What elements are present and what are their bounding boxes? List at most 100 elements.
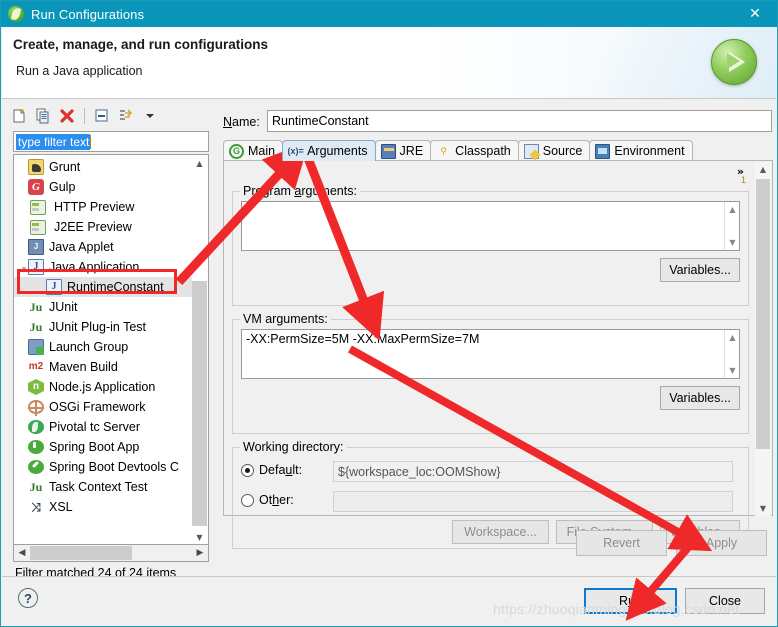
scroll-right-icon[interactable]: ▶ <box>192 545 208 560</box>
name-input[interactable]: RuntimeConstant <box>267 110 772 132</box>
tab-classpath[interactable]: ⚲ Classpath <box>430 140 519 161</box>
program-arguments-textarea[interactable]: ▲ ▼ <box>241 201 740 251</box>
tree-item-maven-build[interactable]: m2 Maven Build <box>14 357 194 377</box>
tab-jre[interactable]: JRE <box>374 140 432 161</box>
new-configuration-icon[interactable] <box>8 105 30 127</box>
tab-main-label: Main <box>248 144 276 158</box>
osgi-icon <box>28 400 44 416</box>
radio-default-indicator <box>241 463 254 477</box>
tree-item-j2ee-preview[interactable]: J2EE Preview <box>14 217 194 237</box>
classpath-tab-icon: ⚲ <box>440 145 447 156</box>
window-close-icon[interactable]: ✕ <box>733 1 777 27</box>
play-icon <box>711 39 757 85</box>
scroll-down-icon[interactable]: ▼ <box>725 235 740 250</box>
scroll-up-icon[interactable]: ▲ <box>725 330 740 345</box>
working-dir-other-radio[interactable]: Other: <box>241 493 294 507</box>
help-icon[interactable]: ? <box>18 588 38 608</box>
tree-toolbar <box>8 104 215 128</box>
duplicate-configuration-icon[interactable] <box>32 105 54 127</box>
vm-arguments-variables-button[interactable]: Variables... <box>660 386 740 410</box>
tree-item-label: HTTP Preview <box>54 200 135 214</box>
tree-item-label: Maven Build <box>49 360 118 374</box>
tree-item-junit-plug-in-test[interactable]: Ju JUnit Plug-in Test <box>14 317 194 337</box>
apply-button[interactable]: Apply <box>676 530 767 556</box>
tab-arguments[interactable]: (x)= Arguments <box>282 140 376 161</box>
tree-hscroll-thumb[interactable] <box>30 546 132 560</box>
sbootd-icon <box>28 460 44 474</box>
vm-arguments-group: VM arguments: -XX:PermSize=5M -XX:MaxPer… <box>232 312 749 434</box>
configurations-tree[interactable]: Grunt G Gulp HTTP Preview J2EE Preview J Java … <box>13 154 209 545</box>
scroll-up-icon[interactable]: ▲ <box>755 162 771 177</box>
arguments-tab-icon: (x)= <box>287 146 304 156</box>
tree-item-java-applet[interactable]: J Java Applet <box>14 237 194 257</box>
close-button[interactable]: Close <box>685 588 765 614</box>
tree-horizontal-scrollbar[interactable]: ◀ ▶ <box>13 545 209 562</box>
tree-item-launch-group[interactable]: Launch Group <box>14 337 194 357</box>
tree-item-osgi-framework[interactable]: OSGi Framework <box>14 397 194 417</box>
scroll-down-icon[interactable]: ▼ <box>755 501 771 516</box>
toolbar-separator <box>84 108 85 124</box>
junitp-icon: Ju <box>29 320 43 334</box>
pivotal-icon <box>28 420 44 434</box>
tree-item-label: JUnit Plug-in Test <box>49 320 147 334</box>
tree-item-task-context-test[interactable]: Ju Task Context Test <box>14 477 194 497</box>
delete-configuration-icon[interactable] <box>56 105 78 127</box>
tree-item-http-preview[interactable]: HTTP Preview <box>14 197 194 217</box>
server-icon <box>30 199 46 215</box>
tree-item-junit[interactable]: Ju JUnit <box>14 297 194 317</box>
japplet-icon: J <box>28 239 44 255</box>
task-icon: Ju <box>29 480 43 494</box>
tree-item-spring-boot-devtools-c[interactable]: Spring Boot Devtools C <box>14 457 194 477</box>
filter-icon[interactable] <box>115 105 137 127</box>
other-radio-label: Other: <box>259 493 294 507</box>
configurations-tree-panel: type filter text Grunt G Gulp HTTP Preview J… <box>8 104 215 580</box>
working-dir-default-radio[interactable]: Default: <box>241 463 302 477</box>
working-directory-label: Working directory: <box>240 440 347 454</box>
gulp-icon: G <box>28 179 44 195</box>
program-arguments-variables-button[interactable]: Variables... <box>660 258 740 282</box>
tree-vertical-scrollbar[interactable]: ▲ ▼ <box>192 156 207 544</box>
tree-item-grunt[interactable]: Grunt <box>14 157 194 177</box>
tab-source[interactable]: Source <box>517 140 591 161</box>
tree-item-node-js-application[interactable]: n Node.js Application <box>14 377 194 397</box>
program-args-scrollbar[interactable]: ▲ ▼ <box>724 202 739 250</box>
tree-item-pivotal-tc-server[interactable]: Pivotal tc Server <box>14 417 194 437</box>
tree-item-spring-boot-app[interactable]: Spring Boot App <box>14 437 194 457</box>
panel-vertical-scrollbar[interactable]: ▲ ▼ <box>755 162 771 516</box>
scroll-left-icon[interactable]: ◀ <box>14 546 30 561</box>
collapse-all-icon[interactable] <box>91 105 113 127</box>
vm-args-scrollbar[interactable]: ▲ ▼ <box>724 330 739 378</box>
title-bar: Run Configurations ✕ <box>1 1 777 27</box>
tab-main[interactable]: G Main <box>223 140 284 161</box>
window-title: Run Configurations <box>31 6 145 22</box>
tree-item-label: Node.js Application <box>49 380 156 394</box>
name-label: Name: <box>223 115 260 129</box>
scroll-down-icon[interactable]: ▼ <box>192 530 207 544</box>
server-icon <box>30 219 46 235</box>
scroll-up-icon[interactable]: ▲ <box>725 202 740 217</box>
workspace-button-label: Workspace... <box>464 525 537 539</box>
header-banner: Create, manage, and run configurations R… <box>2 27 776 99</box>
tree-scroll-thumb[interactable] <box>192 281 207 526</box>
view-menu-chevron-down-icon[interactable] <box>139 105 161 127</box>
run-configurations-dialog: Run Configurations ✕ Create, manage, and… <box>0 0 778 627</box>
filter-input[interactable]: type filter text <box>13 131 209 152</box>
page-title: Create, manage, and run configurations <box>13 37 269 52</box>
panel-scroll-thumb[interactable] <box>756 179 770 449</box>
program-arguments-group: Program arguments: ▲ ▼ Variables... <box>232 184 749 306</box>
workspace-button[interactable]: Workspace... <box>452 520 549 544</box>
tree-item-label: Java Applet <box>49 240 114 254</box>
default-radio-label: Default: <box>259 463 303 477</box>
run-button-label: Run <box>619 594 642 608</box>
scroll-down-icon[interactable]: ▼ <box>725 363 740 378</box>
working-dir-other-field[interactable] <box>333 491 733 512</box>
revert-button[interactable]: Revert <box>576 530 667 556</box>
tab-environment[interactable]: Environment <box>589 140 693 161</box>
tree-item-gulp[interactable]: G Gulp <box>14 177 194 197</box>
grunt-icon <box>28 159 44 175</box>
scroll-up-icon[interactable]: ▲ <box>192 156 207 171</box>
run-button[interactable]: Run <box>584 588 677 614</box>
vm-arguments-textarea[interactable]: -XX:PermSize=5M -XX:MaxPermSize=7M ▲ ▼ <box>241 329 740 379</box>
runtime-constant-highlight-box <box>17 269 177 294</box>
tree-item-xsl[interactable]: ⤨ XSL <box>14 497 194 517</box>
